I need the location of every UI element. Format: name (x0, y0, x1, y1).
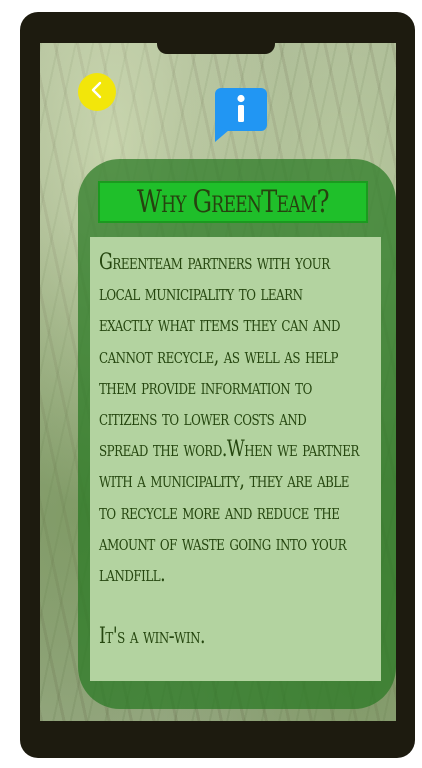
info-card: Why GreenTeam? Greenteam partners with y… (78, 159, 396, 709)
app-screen: Why GreenTeam? Greenteam partners with y… (40, 43, 396, 721)
chevron-left-icon (90, 81, 104, 103)
info-icon (214, 87, 268, 143)
body-paragraph: It's a win-win. (99, 624, 206, 650)
body-paragraph: Greenteam partners with your local munic… (99, 250, 359, 588)
card-body: Greenteam partners with your local munic… (90, 237, 381, 681)
card-title: Why GreenTeam? (137, 184, 330, 220)
card-body-text: Greenteam partners with your local munic… (99, 247, 360, 652)
title-bar: Why GreenTeam? (98, 181, 368, 223)
back-button[interactable] (78, 73, 116, 111)
phone-notch (157, 12, 275, 54)
phone-frame: Why GreenTeam? Greenteam partners with y… (20, 12, 415, 758)
